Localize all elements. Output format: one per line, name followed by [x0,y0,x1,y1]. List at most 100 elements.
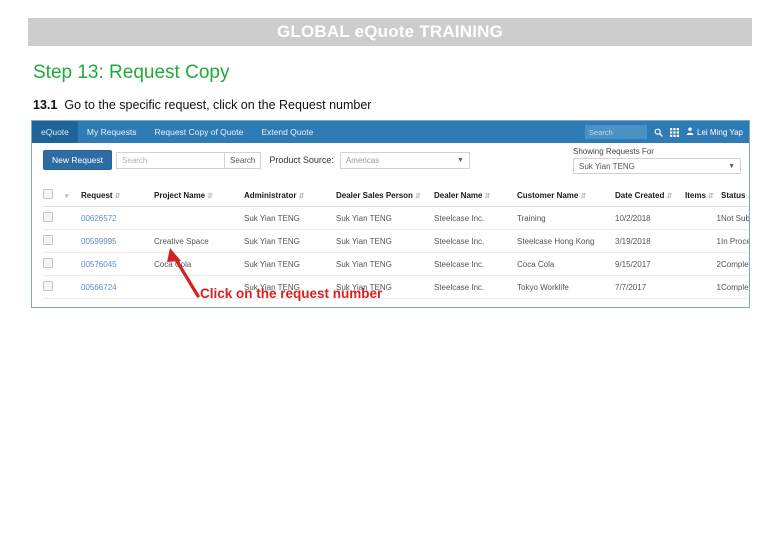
cell-administrator: Suk Yian TENG [244,229,336,253]
cell-items: 1 [685,229,721,253]
cell-dealer-sales-person: Suk Yian TENG [336,229,434,253]
column-header-items[interactable]: Items ⇵ [685,189,721,207]
cell-request[interactable]: 00599995 [81,229,154,253]
table-row[interactable]: 00626572 Suk Yian TENG Suk Yian TENG Ste… [43,206,749,230]
status-badge: In Process [721,229,749,253]
chevron-down-icon: ▼ [728,162,735,170]
app-navbar: eQuote My Requests Request Copy of Quote… [32,121,749,148]
cell-customer-name: Training [517,206,615,230]
status-badge: Completed [721,275,749,299]
cell-date-created: 7/7/2017 [615,275,685,299]
request-number-link[interactable]: 00566724 [81,283,117,292]
row-checkbox[interactable] [43,235,53,245]
column-header-request[interactable]: Request ⇵ [81,189,154,207]
cell-dealer-sales-person: Suk Yian TENG [336,206,434,230]
row-checkbox-cell[interactable] [43,206,63,230]
column-filter-cell[interactable]: ▾ [63,189,81,207]
sort-icon[interactable]: ⇵ [415,193,421,200]
cell-project-name: Coca Cola [154,252,244,276]
sort-icon[interactable]: ⇵ [298,193,304,200]
navbar-search-input[interactable]: Search [585,125,648,139]
sort-icon[interactable]: ⇵ [484,193,490,200]
sort-icon[interactable]: ⇵ [666,193,672,200]
search-button[interactable]: Search [224,151,262,169]
cell-administrator: Suk Yian TENG [244,252,336,276]
nav-item-request-copy-of-quote[interactable]: Request Copy of Quote [146,121,253,143]
search-input-placeholder: Search [122,155,148,165]
cell-items: 2 [685,252,721,276]
column-header-date-created[interactable]: Date Created ⇵ [615,189,685,207]
row-spacer-cell [63,206,81,230]
row-checkbox[interactable] [43,212,53,222]
request-number-link[interactable]: 00576045 [81,260,117,269]
row-checkbox-cell[interactable] [43,252,63,276]
sort-icon[interactable]: ⇵ [747,193,749,200]
sort-icon[interactable]: ⇵ [115,193,121,200]
product-source-label: Product Source: [269,155,334,165]
cell-date-created: 3/19/2018 [615,229,685,253]
select-all-checkbox-cell[interactable] [43,189,63,207]
row-checkbox[interactable] [43,258,53,268]
nav-item-extend-quote[interactable]: Extend Quote [252,121,322,143]
column-header-status[interactable]: Status⇵ [721,189,749,207]
column-header-dealer-name[interactable]: Dealer Name ⇵ [434,189,517,207]
cell-items: 1 [685,275,721,299]
grid-apps-icon[interactable] [670,127,680,137]
status-badge: Not Submitted [721,206,749,230]
cell-dealer-name: Steelcase Inc. [434,206,517,230]
slide-title-banner: GLOBAL eQuote TRAINING [28,18,752,46]
cell-items: 1 [685,206,721,230]
step-number: 13.1 [33,98,58,112]
column-label-project-name: Project Name [154,190,206,200]
request-number-link[interactable]: 00599995 [81,237,117,246]
navbar-right-group: Search Lei Ming Yap [585,121,743,143]
row-spacer-cell [63,229,81,253]
cell-customer-name: Tokyo Worklife [517,275,615,299]
row-checkbox-cell[interactable] [43,275,63,299]
column-header-administrator[interactable]: Administrator ⇵ [244,189,336,207]
nav-item-my-requests[interactable]: My Requests [78,121,146,148]
product-source-select[interactable]: Americas ▼ [339,151,470,169]
search-icon[interactable] [654,128,663,137]
column-header-project-name[interactable]: Project Name ⇵ [154,189,244,207]
step-instruction-text: Go to the specific request, click on the… [64,98,372,112]
column-label-request: Request [81,190,113,200]
select-all-checkbox[interactable] [43,189,53,199]
showing-requests-select[interactable]: Suk Yian TENG ▼ [573,158,741,174]
new-request-button[interactable]: New Request [43,150,113,170]
column-header-dealer-sales-person[interactable]: Dealer Sales Person ⇵ [336,189,434,207]
slide-root: GLOBAL eQuote TRAINING Step 13: Request … [0,0,780,540]
request-number-link[interactable]: 00626572 [81,214,117,223]
cell-request[interactable]: 00576045 [81,252,154,276]
requests-table: ▾ Request ⇵ Project Name ⇵ Administrator ⇵ … [43,189,749,299]
showing-requests-filter: Showing Requests For Suk Yian TENG ▼ [573,147,741,174]
column-label-items: Items [685,190,706,200]
cell-customer-name: Steelcase Hong Kong [517,229,615,253]
step-heading: Step 13: Request Copy [33,62,230,83]
filter-caret-icon[interactable]: ▾ [65,193,69,200]
table-row[interactable]: 00599995 Creative Space Suk Yian TENG Su… [43,229,749,253]
app-brand-logo[interactable]: eQuote [32,121,78,143]
row-checkbox-cell[interactable] [43,229,63,253]
sort-icon[interactable]: ⇵ [708,193,714,200]
sort-icon[interactable]: ⇵ [207,193,213,200]
row-checkbox[interactable] [43,281,53,291]
table-row[interactable]: 00576045 Coca Cola Suk Yian TENG Suk Yia… [43,252,749,276]
cell-project-name [154,206,244,230]
navbar-search-placeholder: Search [589,127,613,137]
requests-table-body: 00626572 Suk Yian TENG Suk Yian TENG Ste… [43,206,749,299]
row-spacer-cell [63,252,81,276]
app-toolbar: New Request Search Search Product Source… [32,143,749,177]
cell-dealer-sales-person: Suk Yian TENG [336,252,434,276]
user-name-label: Lei Ming Yap [697,127,743,137]
column-label-administrator: Administrator [244,190,297,200]
column-header-customer-name[interactable]: Customer Name ⇵ [517,189,615,207]
search-input[interactable]: Search [116,151,225,169]
cell-request[interactable]: 00566724 [81,275,154,299]
table-row[interactable]: 00566724 Suk Yian TENG Suk Yian TENG Ste… [43,275,749,299]
user-menu[interactable]: Lei Ming Yap [686,127,743,137]
sort-icon[interactable]: ⇵ [580,193,586,200]
table-header-row: ▾ Request ⇵ Project Name ⇵ Administrator ⇵ … [43,189,749,207]
cell-request[interactable]: 00626572 [81,206,154,230]
embedded-app-screenshot: eQuote My Requests Request Copy of Quote… [31,120,750,308]
